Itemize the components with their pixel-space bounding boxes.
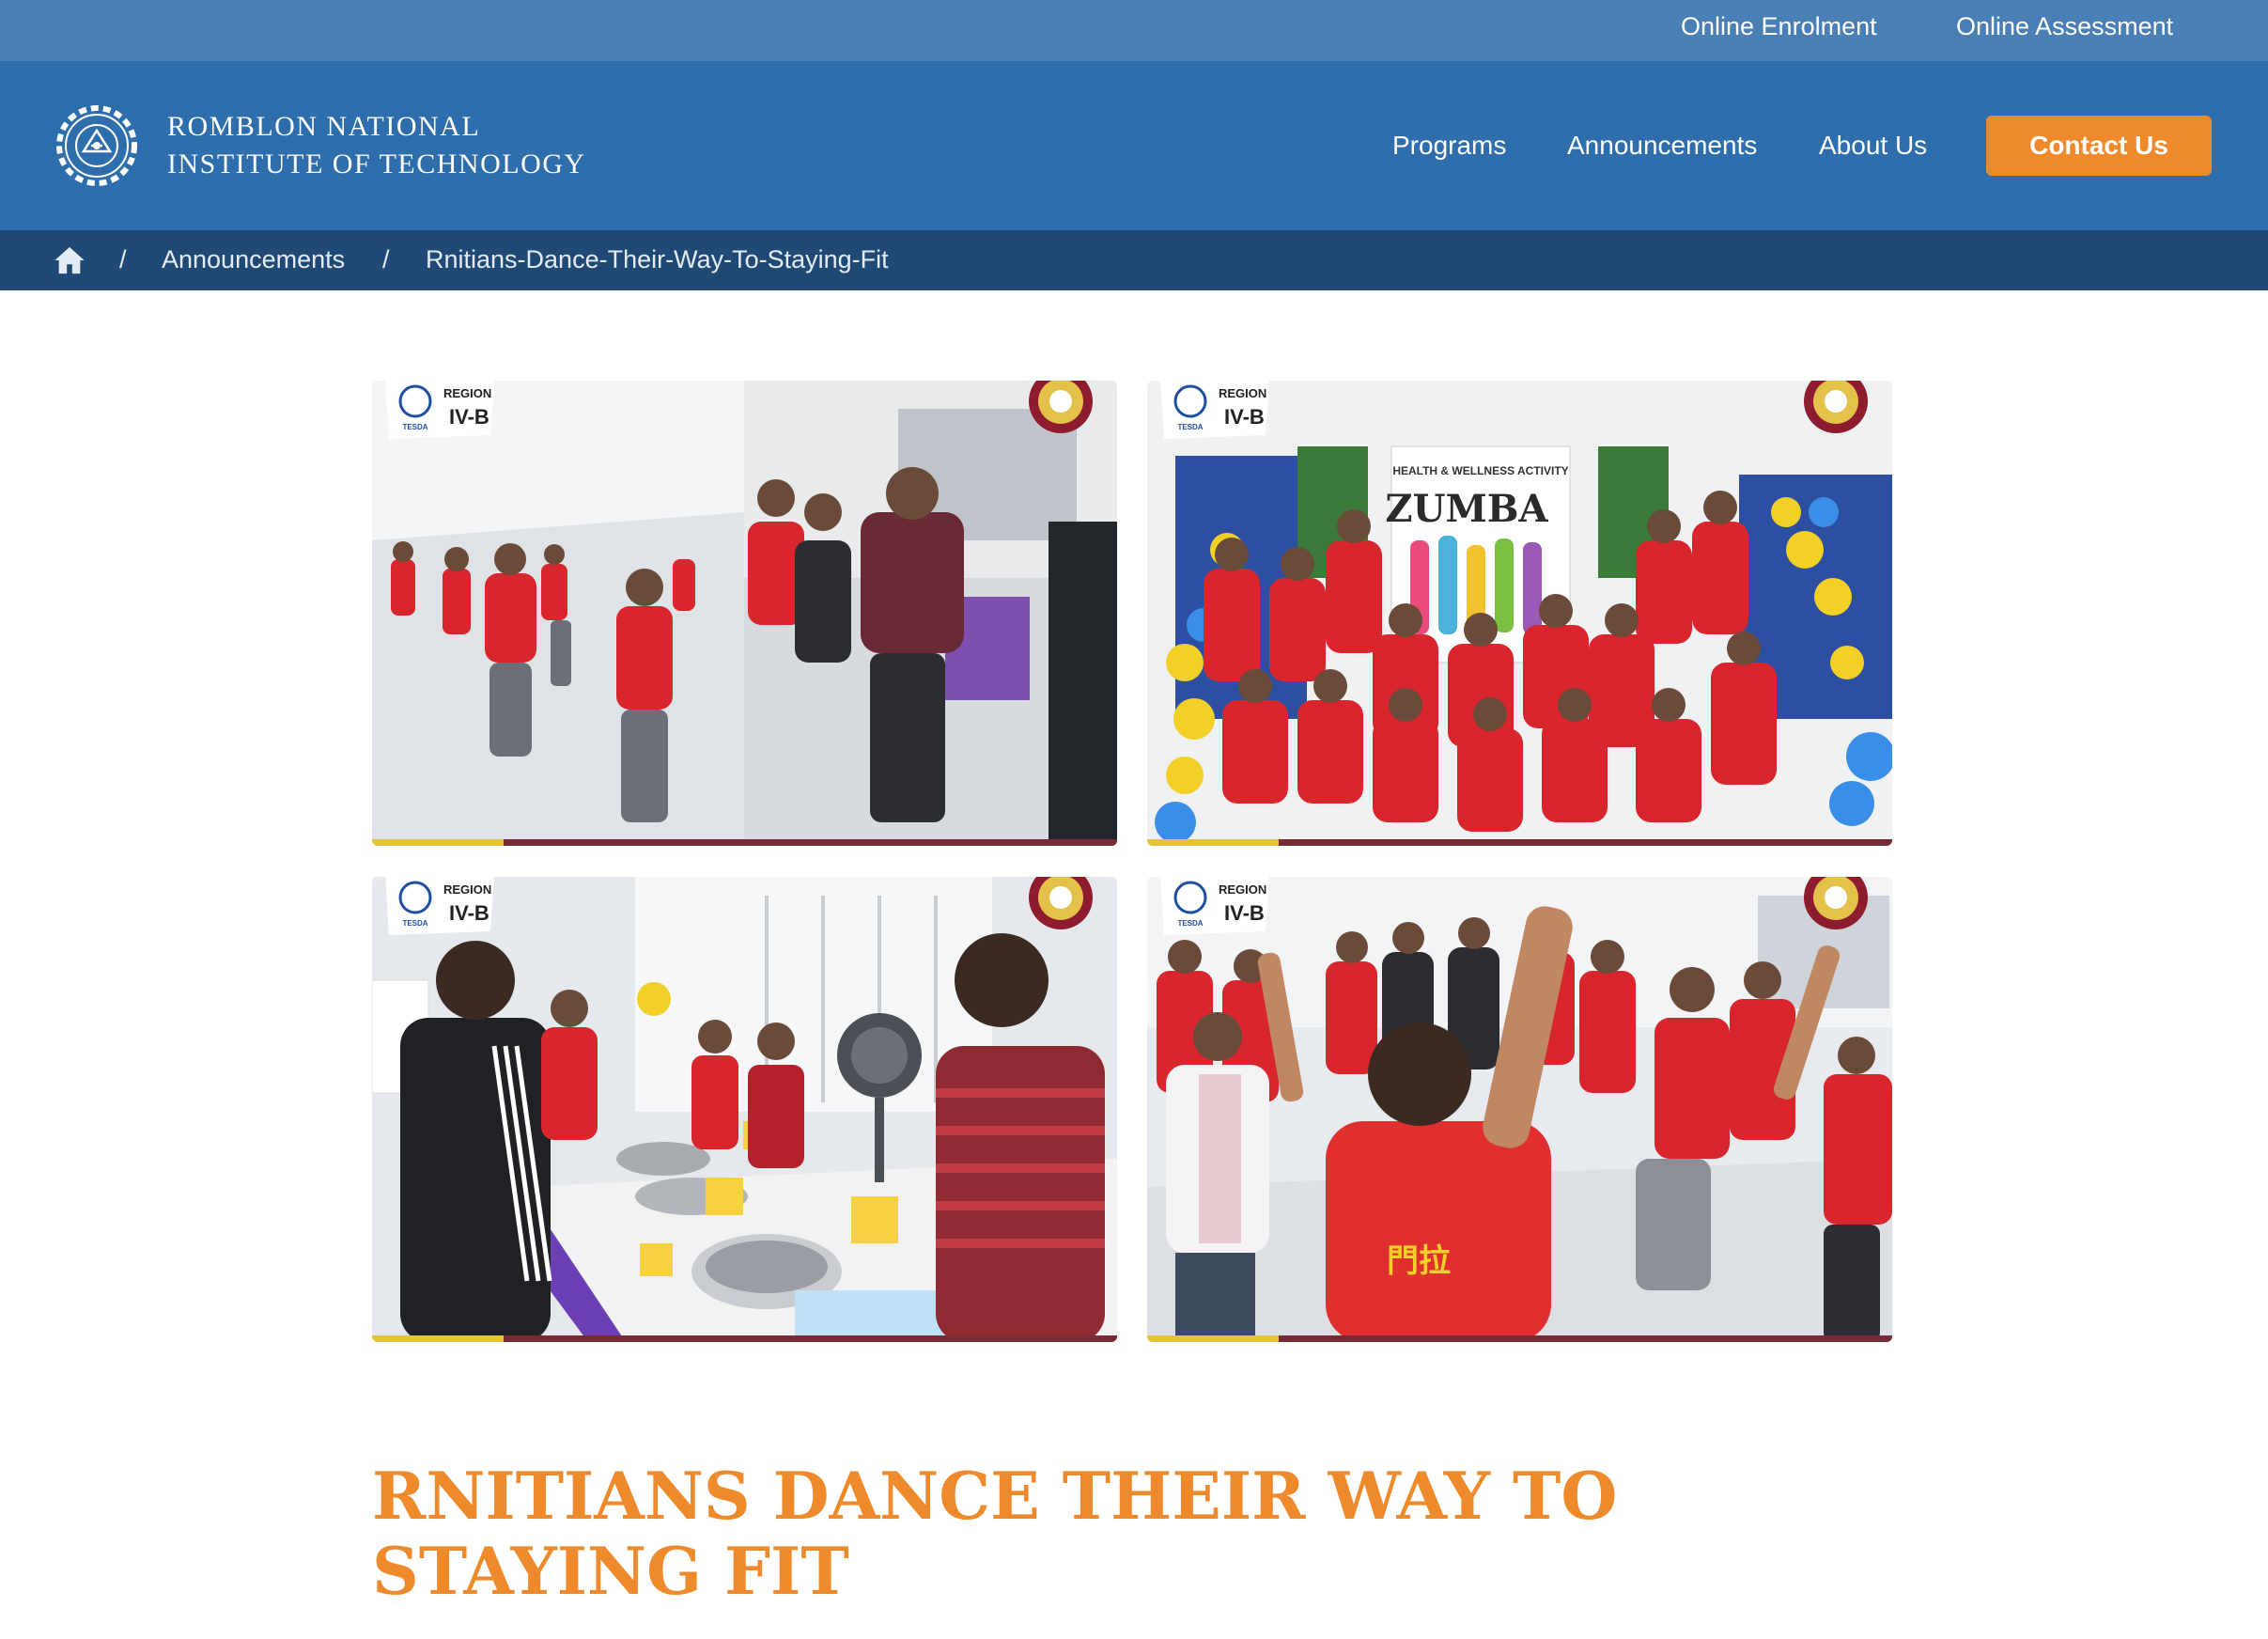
online-enrolment-link[interactable]: Online Enrolment: [1681, 0, 1877, 54]
svg-text:REGION: REGION: [1219, 882, 1266, 897]
gallery-photo-3[interactable]: TESDA REGION IV-B: [372, 877, 1117, 1342]
top-utility-bar: Online Enrolment Online Assessment: [0, 0, 2268, 61]
svg-text:IV-B: IV-B: [1224, 405, 1265, 429]
tesda-region-badge: TESDA REGION IV-B: [1160, 381, 1269, 439]
institution-name[interactable]: ROMBLON NATIONAL INSTITUTE OF TECHNOLOGY: [167, 108, 586, 183]
tesda-region-badge: TESDA REGION IV-B: [1160, 877, 1269, 935]
contact-us-button[interactable]: Contact Us: [1986, 116, 2212, 176]
breadcrumb-separator: /: [382, 245, 390, 273]
svg-text:TESDA: TESDA: [402, 919, 427, 928]
site-header: ROMBLON NATIONAL INSTITUTE OF TECHNOLOGY…: [0, 61, 2268, 230]
nav-about-us[interactable]: About Us: [1819, 122, 1927, 169]
nav-programs[interactable]: Programs: [1392, 122, 1506, 169]
breadcrumb-current-page: Rnitians-Dance-Their-Way-To-Staying-Fit: [426, 245, 889, 273]
svg-text:TESDA: TESDA: [1177, 423, 1203, 431]
tesda-region-badge: TESDA REGION IV-B: [385, 877, 494, 935]
brand-line-2: INSTITUTE OF TECHNOLOGY: [167, 148, 586, 180]
gallery-photo-2[interactable]: HEALTH & WELLNESS ACTIVITY ZUMBA TESDA R…: [1147, 381, 1892, 846]
tesda-region-badge: TESDA REGION IV-B: [385, 381, 494, 439]
article-title: RNITIANS DANCE THEIR WAY TO STAYING FIT: [372, 1459, 1618, 1610]
svg-text:TESDA: TESDA: [1177, 919, 1203, 928]
svg-text:TESDA: TESDA: [402, 423, 427, 431]
svg-text:門拉: 門拉: [1387, 1242, 1451, 1280]
online-assessment-link[interactable]: Online Assessment: [1956, 0, 2173, 54]
gallery-photo-4[interactable]: 門拉 TESDA REGION IV-B: [1147, 877, 1892, 1342]
svg-text:ZUMBA: ZUMBA: [1385, 487, 1548, 531]
breadcrumb: / Announcements / Rnitians-Dance-Their-W…: [0, 230, 2268, 290]
svg-text:IV-B: IV-B: [1224, 901, 1265, 925]
gallery-photo-1[interactable]: TESDA REGION IV-B: [372, 381, 1117, 846]
home-icon[interactable]: [54, 244, 85, 276]
brand-line-1: ROMBLON NATIONAL: [167, 111, 481, 142]
institution-logo[interactable]: [50, 99, 144, 193]
svg-text:REGION: REGION: [443, 882, 491, 897]
svg-text:HEALTH & WELLNESS ACTIVITY: HEALTH & WELLNESS ACTIVITY: [1392, 464, 1568, 477]
breadcrumb-announcements[interactable]: Announcements: [162, 245, 345, 274]
nav-announcements[interactable]: Announcements: [1567, 122, 1757, 169]
breadcrumb-separator: /: [119, 245, 127, 273]
svg-text:IV-B: IV-B: [449, 901, 489, 925]
svg-text:IV-B: IV-B: [449, 405, 489, 429]
svg-text:REGION: REGION: [443, 386, 491, 400]
photo-gallery: TESDA REGION IV-B HEALTH & WELLNESS ACTI…: [372, 381, 1892, 1343]
svg-text:REGION: REGION: [1219, 386, 1266, 400]
